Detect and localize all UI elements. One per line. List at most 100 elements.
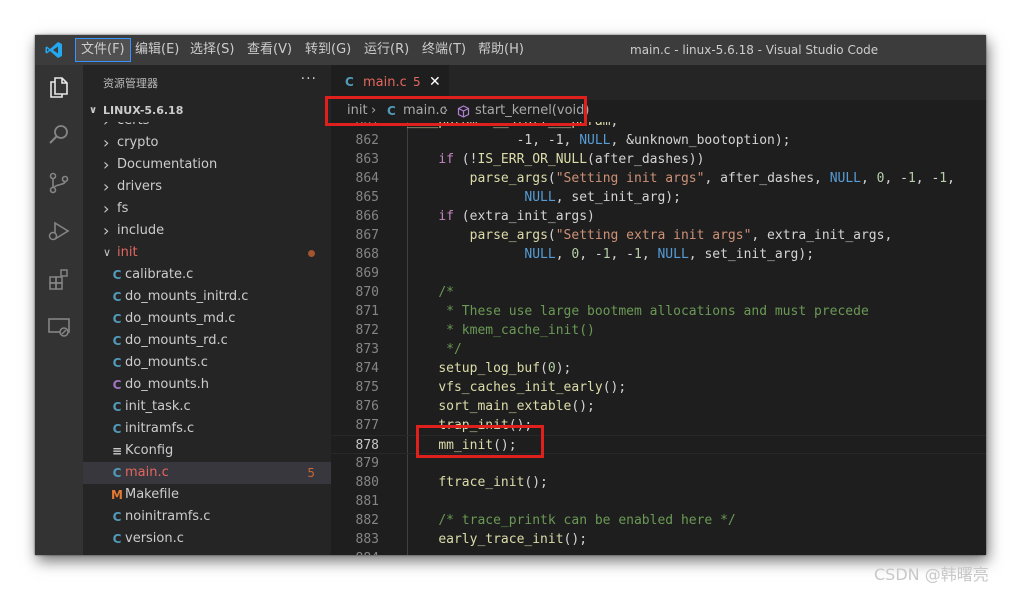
line-number: 877	[355, 418, 379, 433]
code-text: vfs_caches_init_early();	[438, 380, 627, 395]
code-line: 874 setup_log_buf(0);	[331, 359, 986, 378]
tree-item-label: crypto	[117, 135, 159, 150]
tree-folder[interactable]: ∨ init	[83, 242, 331, 264]
tree-file[interactable]: Cdo_mounts_md.c	[83, 308, 331, 330]
tree-file[interactable]: Cmain.c 5	[83, 462, 331, 484]
search-icon[interactable]	[47, 123, 71, 147]
menu-item[interactable]: 终端(T)	[417, 38, 471, 62]
tree-file[interactable]: Cinitramfs.c	[83, 418, 331, 440]
tree-file[interactable]: ≡ Kconfig	[83, 440, 331, 462]
tree-file[interactable]: Cdo_mounts.h	[83, 374, 331, 396]
makefile-icon: M	[111, 488, 123, 502]
tree-item-label: init_task.c	[125, 399, 191, 414]
menu-item[interactable]: 运行(R)	[359, 38, 414, 62]
more-actions-icon[interactable]: ···	[301, 71, 317, 87]
tree-item-label: include	[117, 223, 165, 238]
code-line: 865 NULL, set_init_arg);	[331, 188, 986, 207]
breadcrumb-highlight-box	[325, 96, 587, 126]
line-number: 862	[355, 133, 379, 148]
tree-item-label: do_mounts_md.c	[125, 311, 236, 326]
explorer-sidebar: 资源管理器 ··· ∨ LINUX-5.6.18 › certs › crypto › D…	[83, 65, 331, 555]
code-text: * kmem_cache_init()	[438, 323, 595, 338]
chevron-right-icon: ›	[103, 122, 109, 132]
tree-file[interactable]: Cdo_mounts_rd.c	[83, 330, 331, 352]
file-tree: › certs › crypto › Documentation › drivers › fs › i…	[83, 122, 331, 555]
code-view[interactable]: 861____param __start___param,862 -1, -1,…	[331, 122, 986, 555]
tree-folder[interactable]: › include	[83, 220, 331, 242]
window-title: main.c - linux-5.6.18 - Visual Studio Co…	[630, 43, 879, 57]
chevron-right-icon: ›	[103, 221, 110, 240]
menu-item[interactable]: 帮助(H)	[473, 38, 529, 62]
title-bar: 文件(F) 编辑(E) 选择(S) 查看(V) 转到(G) 运行(R) 终端(T) 帮助(H)…	[35, 35, 986, 65]
tab-main-c[interactable]: C main.c 5 ✕	[331, 65, 449, 100]
c-file-icon: C	[112, 400, 122, 414]
menu-item[interactable]: 选择(S)	[185, 38, 239, 62]
code-line: 883 early_trace_init();	[331, 530, 986, 549]
tree-file[interactable]: Cnoinitramfs.c	[83, 506, 331, 528]
code-text: /*	[438, 285, 454, 300]
tree-file[interactable]: Cinit_task.c	[83, 396, 331, 418]
close-icon[interactable]: ✕	[429, 65, 441, 100]
line-number: 872	[355, 323, 379, 338]
modified-dot-icon	[308, 250, 315, 257]
folder-header[interactable]: ∨ LINUX-5.6.18	[83, 100, 331, 122]
tree-folder[interactable]: › Documentation	[83, 154, 331, 176]
line-number: 864	[355, 171, 379, 186]
tree-file[interactable]: Cversion.c	[83, 528, 331, 550]
tree-item-label: do_mounts.h	[125, 377, 210, 392]
folder-name: LINUX-5.6.18	[103, 104, 184, 117]
line-number: 876	[355, 399, 379, 414]
menu-item[interactable]: 文件(F)	[75, 38, 131, 62]
tree-folder[interactable]: › drivers	[83, 176, 331, 198]
line-number: 879	[355, 456, 379, 471]
code-line: 868 NULL, 0, -1, -1, NULL, set_init_arg)…	[331, 245, 986, 264]
tree-folder[interactable]: › certs	[83, 122, 331, 132]
code-text: setup_log_buf(0);	[438, 361, 572, 376]
explorer-icon[interactable]	[47, 75, 71, 99]
tree-file[interactable]: Cdo_mounts_initrd.c	[83, 286, 331, 308]
remote-explorer-icon[interactable]	[47, 315, 71, 339]
c-file-icon: C	[112, 268, 122, 282]
c-file-icon: C	[112, 510, 122, 524]
line-number: 863	[355, 152, 379, 167]
menu-item[interactable]: 查看(V)	[242, 38, 297, 62]
code-line: 875 vfs_caches_init_early();	[331, 378, 986, 397]
tree-item-label: main.c	[125, 465, 169, 480]
run-debug-icon[interactable]	[47, 219, 71, 243]
code-text: parse_args("Setting extra init args", ex…	[469, 228, 893, 243]
tree-folder[interactable]: › crypto	[83, 132, 331, 154]
tree-item-label: initramfs.c	[125, 421, 195, 436]
code-line: 869	[331, 264, 986, 283]
code-line: 864 parse_args("Setting init args", afte…	[331, 169, 986, 188]
line-number: 870	[355, 285, 379, 300]
line-number: 868	[355, 247, 379, 262]
code-text: */	[438, 342, 462, 357]
line-number: 881	[355, 494, 379, 509]
menu-item[interactable]: 编辑(E)	[130, 38, 184, 62]
tree-item-label: do_mounts_initrd.c	[125, 289, 249, 304]
code-text: if (extra_init_args)	[438, 209, 595, 224]
code-line: 880 ftrace_init();	[331, 473, 986, 492]
tree-folder[interactable]: › fs	[83, 198, 331, 220]
source-control-icon[interactable]	[47, 171, 71, 195]
vscode-window: 文件(F) 编辑(E) 选择(S) 查看(V) 转到(G) 运行(R) 终端(T) 帮助(H)…	[35, 35, 986, 555]
code-text: ftrace_init();	[438, 475, 548, 490]
c-file-icon: C	[112, 356, 122, 370]
code-line: 870 /*	[331, 283, 986, 302]
tree-file[interactable]: M Makefile	[83, 484, 331, 506]
code-line: 863 if (!IS_ERR_OR_NULL(after_dashes))	[331, 150, 986, 169]
c-file-icon: C	[112, 422, 122, 436]
extensions-icon[interactable]	[47, 267, 71, 291]
code-line: 884	[331, 549, 986, 555]
h-file-icon: C	[112, 378, 122, 392]
config-file-icon: ≡	[111, 444, 123, 458]
tree-file[interactable]: Ccalibrate.c	[83, 264, 331, 286]
line-number: 878	[355, 438, 379, 453]
code-text: if (!IS_ERR_OR_NULL(after_dashes))	[438, 152, 705, 167]
tree-file[interactable]: Cdo_mounts.c	[83, 352, 331, 374]
problem-count-badge: 5	[307, 466, 315, 480]
menu-item[interactable]: 转到(G)	[300, 38, 356, 62]
line-number: 880	[355, 475, 379, 490]
line-number: 875	[355, 380, 379, 395]
line-number: 866	[355, 209, 379, 224]
